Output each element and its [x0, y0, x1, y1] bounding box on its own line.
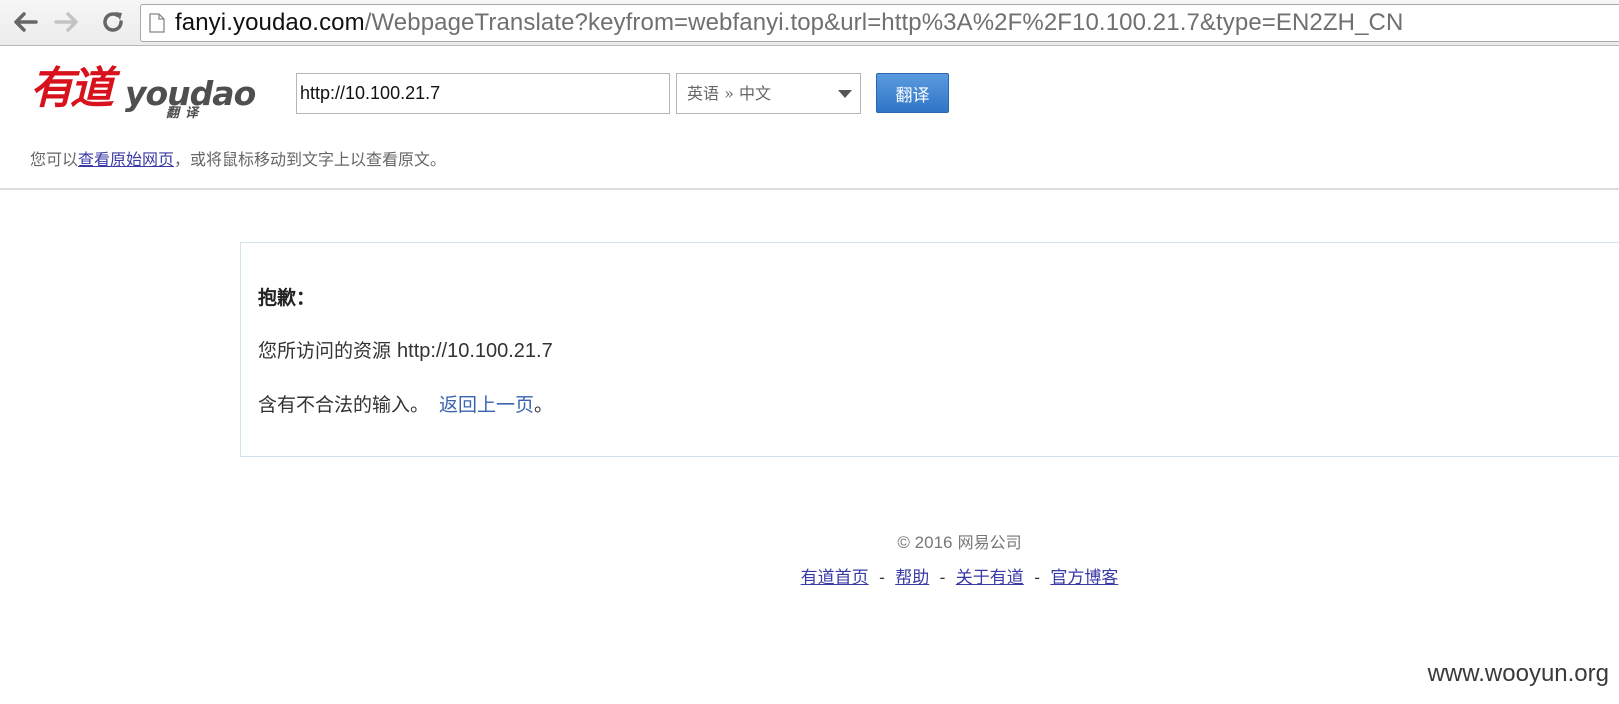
copyright-year: © 2016: [897, 533, 953, 552]
browser-toolbar: fanyi.youdao.com/WebpageTranslate?keyfro…: [0, 0, 1619, 46]
footer-link-about[interactable]: 关于有道: [956, 568, 1024, 588]
youdao-logo[interactable]: 有道 youdao 翻译: [30, 63, 256, 129]
watermark: www.wooyun.org: [1427, 660, 1609, 687]
resource-url: http://10.100.21.7: [397, 340, 553, 362]
footer-link-blog[interactable]: 官方博客: [1050, 568, 1118, 588]
copyright: © 2016 网易公司: [0, 529, 1619, 553]
footer-link-home[interactable]: 有道首页: [801, 568, 869, 588]
address-bar[interactable]: fanyi.youdao.com/WebpageTranslate?keyfro…: [140, 4, 1619, 42]
view-original-hint: 您可以查看原始网页，或将鼠标移动到文字上以查看原文。: [30, 146, 446, 170]
resource-label: 您所访问的资源: [258, 340, 398, 362]
footer-links: 有道首页 - 帮助 - 关于有道 - 官方博客: [0, 563, 1619, 588]
error-message-box: 抱歉： 您所访问的资源 http://10.100.21.7 含有不合法的输入。…: [240, 242, 1619, 457]
error-line-resource: 您所访问的资源 http://10.100.21.7: [258, 336, 553, 363]
translate-header: 有道 youdao 翻译 英语 » 中文 翻译 您可以查看原始网页，或将鼠标移动…: [0, 47, 1619, 190]
url-input[interactable]: [296, 73, 670, 114]
footer-separator: -: [1034, 568, 1040, 588]
line-end: 。: [534, 394, 554, 416]
error-line-illegal: 含有不合法的输入。 返回上一页。: [258, 390, 553, 417]
address-url: fanyi.youdao.com/WebpageTranslate?keyfro…: [175, 9, 1403, 37]
logo-chinese: 有道: [30, 63, 114, 114]
back-arrow-icon: [14, 12, 38, 32]
logo-subtitle: 翻译: [166, 106, 205, 121]
reload-icon: [103, 12, 123, 32]
footer-separator: -: [939, 568, 946, 588]
forward-button[interactable]: [50, 5, 84, 39]
back-button[interactable]: [8, 5, 42, 39]
illegal-input-text: 含有不合法的输入。: [258, 394, 430, 416]
view-original-link[interactable]: 查看原始网页: [78, 150, 174, 169]
error-title: 抱歉：: [258, 287, 316, 309]
footer-separator: -: [879, 568, 885, 588]
footer-link-help[interactable]: 帮助: [895, 568, 929, 588]
copyright-company: 网易公司: [952, 533, 1022, 552]
url-host: fanyi.youdao.com: [175, 9, 365, 36]
hint-prefix: 您可以: [30, 150, 79, 169]
go-back-link[interactable]: 返回上一页: [439, 394, 534, 416]
forward-arrow-icon: [54, 12, 78, 32]
language-select[interactable]: 英语 » 中文: [676, 73, 861, 114]
language-select-value: 英语 » 中文: [687, 84, 771, 103]
reload-button[interactable]: [96, 5, 130, 39]
url-path: /WebpageTranslate?keyfrom=webfanyi.top&u…: [364, 9, 1404, 36]
hint-suffix: ，或将鼠标移动到文字上以查看原文。: [174, 150, 447, 169]
page-icon: [149, 13, 165, 33]
translate-button[interactable]: 翻译: [876, 73, 949, 113]
chevron-down-icon: [838, 90, 852, 98]
